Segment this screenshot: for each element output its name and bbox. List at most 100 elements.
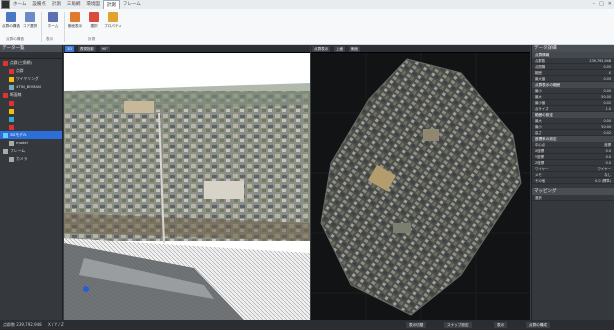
viewport-top[interactable]: 点群表示 上面 側面 bbox=[311, 45, 530, 320]
tree-item[interactable] bbox=[0, 123, 62, 131]
tab-equipment[interactable]: 設備点 bbox=[29, 0, 49, 9]
ribbon-button-home[interactable]: ホーム bbox=[44, 12, 62, 29]
property-value[interactable]: 0.00 bbox=[603, 118, 611, 123]
property-key: その他 bbox=[535, 179, 546, 183]
view-side-button[interactable]: 側面 bbox=[348, 46, 360, 52]
maximize-icon[interactable]: □ bbox=[599, 0, 604, 9]
display-toggle-button[interactable]: 表示切替 bbox=[406, 322, 427, 328]
tree-item[interactable]: 3Dモデル bbox=[0, 131, 62, 139]
layer-color-icon[interactable] bbox=[9, 84, 14, 90]
property-key: 中心点 bbox=[535, 143, 546, 147]
properties-icon bbox=[108, 12, 118, 22]
property-key: 範囲 bbox=[535, 71, 542, 75]
view-top-button[interactable]: 上面 bbox=[333, 46, 346, 52]
mapping-item[interactable]: 選択 bbox=[532, 195, 614, 201]
tree-item[interactable]: 点群(三角網) bbox=[0, 59, 62, 67]
tab-measure[interactable]: 計測 bbox=[49, 0, 64, 9]
tab-triangle-mesh[interactable]: 三角網 bbox=[64, 0, 84, 9]
point-cloud-config-button[interactable]: 点群の構成 bbox=[526, 322, 550, 328]
layer-color-icon[interactable] bbox=[3, 92, 8, 98]
minimize-icon[interactable]: – bbox=[593, 0, 596, 9]
layer-color-icon[interactable] bbox=[9, 108, 14, 114]
layer-color-icon[interactable] bbox=[9, 76, 14, 82]
property-value[interactable]: 50.00 bbox=[601, 124, 611, 129]
property-key: X座標 bbox=[535, 149, 545, 153]
ribbon-button-section[interactable]: 断面表示 bbox=[66, 12, 84, 29]
tab-environment[interactable]: 環境図 bbox=[83, 0, 103, 9]
property-value[interactable]: 1.0 bbox=[606, 106, 611, 111]
tree-item[interactable]: model bbox=[0, 139, 62, 147]
data-list-panel: データ一覧 点群(三角網) 点群 ワイヤリング 4TIN_BOMAN 断面線 3Dモデル m… bbox=[0, 45, 63, 320]
tree-item[interactable]: フレーム bbox=[0, 147, 62, 155]
close-icon[interactable]: ✕ bbox=[608, 0, 612, 9]
point-cloud-perspective bbox=[64, 53, 310, 320]
property-key: Z座標 bbox=[535, 161, 545, 165]
view-point-cloud-button[interactable]: 点群表示 bbox=[312, 46, 331, 52]
tree-item[interactable]: 断面線 bbox=[0, 91, 62, 99]
ribbon-button-properties[interactable]: プロパティ bbox=[104, 12, 122, 29]
property-value[interactable]: 0.0 bbox=[606, 148, 611, 153]
tree-item-label: 点群(三角網) bbox=[10, 60, 32, 65]
layer-color-icon[interactable] bbox=[9, 100, 14, 106]
ribbon-button-select[interactable]: 選択 bbox=[85, 12, 103, 29]
ribbon-button-core-select[interactable]: コア選択 bbox=[21, 12, 39, 29]
tree-item[interactable]: ワイヤリング bbox=[0, 75, 62, 83]
layer-color-icon[interactable] bbox=[3, 60, 8, 66]
tree-item-label: カメラ bbox=[16, 156, 28, 161]
property-value[interactable]: 0.0 bbox=[606, 154, 611, 159]
panel-title: データ一覧 bbox=[0, 45, 62, 52]
property-value[interactable]: なし bbox=[604, 172, 611, 177]
layer-color-icon[interactable] bbox=[9, 68, 14, 74]
ribbon-group-label: 計測 bbox=[88, 37, 96, 41]
property-value[interactable]: 0.0 (標準) bbox=[595, 178, 611, 183]
window-controls: – □ ✕ bbox=[593, 0, 612, 9]
tree-item-label: 4TIN_BOMAN bbox=[16, 84, 41, 89]
layer-color-icon[interactable] bbox=[3, 148, 8, 154]
property-value[interactable]: 0.05 bbox=[603, 64, 611, 69]
layer-color-icon[interactable] bbox=[9, 124, 14, 130]
property-key: 点群数 bbox=[535, 59, 546, 63]
tab-active[interactable]: 計測 bbox=[102, 0, 120, 9]
tree-item[interactable] bbox=[0, 107, 62, 115]
property-value[interactable]: 0.00 bbox=[603, 88, 611, 93]
property-value[interactable]: 50.00 bbox=[601, 94, 611, 99]
view-3d-button[interactable]: 3D bbox=[65, 46, 75, 52]
property-value[interactable]: 0.05 bbox=[603, 76, 611, 81]
panel-toolbar bbox=[0, 52, 62, 59]
property-key: Y座標 bbox=[535, 155, 544, 159]
tree-item[interactable] bbox=[0, 115, 62, 123]
ribbon-button-structure[interactable]: 点群の構造 bbox=[2, 12, 20, 29]
app-logo-icon[interactable] bbox=[1, 0, 10, 9]
property-key: 高さ bbox=[535, 131, 542, 135]
ribbon-separator bbox=[64, 12, 65, 42]
property-value[interactable]: 239,792,948 bbox=[589, 58, 611, 63]
tab-home[interactable]: ホーム bbox=[10, 0, 29, 9]
property-value[interactable]: 0.02 bbox=[603, 130, 611, 135]
ribbon-tabs: ホーム 設備点 計測 三角網 環境図 計測 フレーム bbox=[10, 0, 144, 9]
view-perspective-button[interactable]: 透視投影 bbox=[77, 46, 97, 52]
tree-item[interactable]: 4TIN_BOMAN bbox=[0, 83, 62, 91]
point-cloud-top bbox=[311, 53, 530, 320]
view-angle-button[interactable]: 90° bbox=[99, 46, 110, 52]
property-value[interactable]: 座標 bbox=[604, 142, 611, 147]
property-key: 最小 bbox=[535, 89, 542, 93]
layer-color-icon[interactable] bbox=[9, 116, 14, 122]
tree-item-label: 断面線 bbox=[10, 92, 22, 97]
property-key: 最大値 bbox=[535, 77, 546, 81]
tab-frame[interactable]: フレーム bbox=[120, 0, 144, 9]
tree-item[interactable]: カメラ bbox=[0, 155, 62, 163]
tree-item[interactable] bbox=[0, 99, 62, 107]
layer-color-icon[interactable] bbox=[3, 132, 8, 138]
property-value[interactable]: 0.0 bbox=[606, 160, 611, 165]
property-value[interactable]: ワイヤー bbox=[598, 166, 611, 171]
property-value[interactable]: X bbox=[609, 70, 611, 75]
tree-item[interactable]: 点群 bbox=[0, 67, 62, 75]
viewport-toolbar-2: 点群表示 上面 側面 bbox=[311, 45, 530, 53]
data-detail-panel: データ詳細 点群情報 点群数 239,792,948 点間隔 0.05 範囲 X 最大値 0.0… bbox=[531, 45, 614, 320]
display-button[interactable]: 表示 bbox=[494, 322, 508, 328]
layer-color-icon[interactable] bbox=[9, 156, 14, 162]
layer-color-icon[interactable] bbox=[9, 140, 14, 146]
viewport-perspective[interactable]: 3D 透視投影 90° bbox=[64, 45, 310, 320]
property-value[interactable]: 0.02 bbox=[603, 100, 611, 105]
snap-settings-button[interactable]: スナップ設定 bbox=[444, 322, 472, 328]
